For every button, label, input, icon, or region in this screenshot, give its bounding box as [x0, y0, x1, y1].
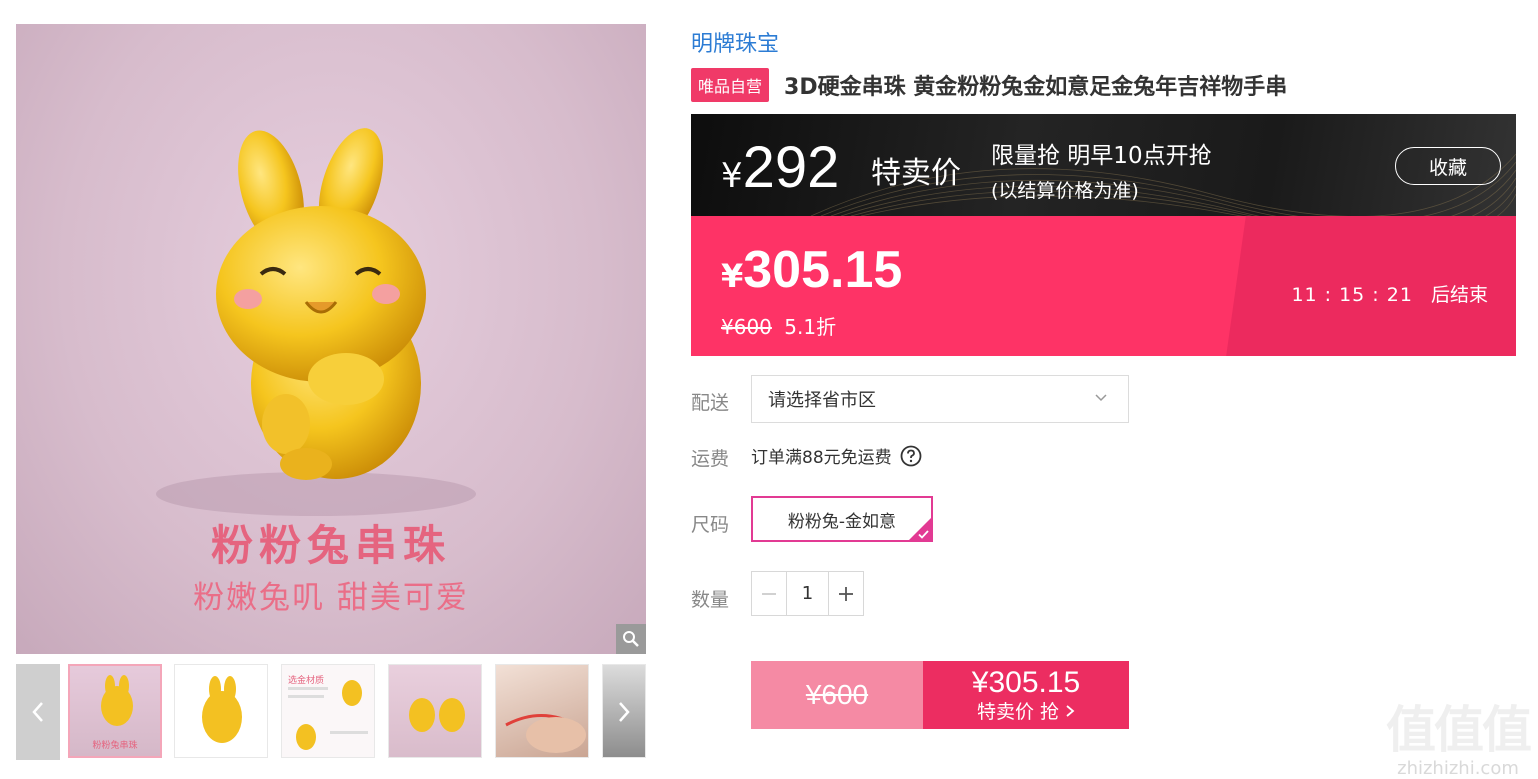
sale-price: ¥ 305.15	[721, 240, 902, 300]
title-row: 唯品自营 3D硬金串珠 黄金粉粉兔金如意足金兔年吉祥物手串	[691, 68, 1287, 102]
presale-info: 限量抢 明早10点开抢 (以结算价格为准)	[991, 136, 1212, 203]
shipping-info: 订单满88元免运费	[751, 443, 922, 468]
rabbit-thumb-graphic	[202, 676, 242, 743]
quantity-decrease-button[interactable]	[752, 572, 786, 615]
presale-info-line1: 限量抢 明早10点开抢	[991, 143, 1212, 169]
chevron-right-icon	[619, 702, 630, 722]
buy-price: ¥305.15	[971, 666, 1081, 699]
presale-price-value: 292	[742, 135, 840, 200]
quantity-label: 数量	[691, 589, 730, 611]
thumbnail-caption: 选金材质	[288, 676, 325, 686]
sale-price-band: ¥ 305.15 ¥600 5.1折 11 : 15 : 21 后结束	[691, 216, 1516, 356]
thumbnail-prev-button[interactable]	[16, 664, 60, 760]
buy-now-button[interactable]: ¥305.15 特卖价 抢	[923, 661, 1129, 729]
thumbnail-caption: 粉粉兔串珠	[92, 741, 138, 751]
chevron-right-icon	[1066, 705, 1075, 717]
quantity-input[interactable]: 1	[786, 572, 829, 615]
thumbnail-3[interactable]: 选金材质	[281, 664, 375, 758]
chevron-down-icon	[1095, 394, 1107, 402]
countdown-time: 11 : 15 : 21	[1291, 284, 1413, 306]
discount-text: 5.1折	[784, 315, 837, 339]
site-watermark: 值值值 zhizhizhi.com	[1386, 690, 1532, 779]
shipping-label: 运费	[691, 448, 730, 470]
buy-action-label: 特卖价 抢	[976, 701, 1059, 723]
watermark-url: zhizhizhi.com	[1397, 758, 1519, 779]
currency-symbol: ¥	[721, 156, 743, 196]
presale-price: ¥ 292	[721, 134, 839, 201]
countdown-timer: 11 : 15 : 21 后结束	[1291, 280, 1488, 307]
product-title: 3D硬金串珠 黄金粉粉兔金如意足金兔年吉祥物手串	[784, 75, 1288, 100]
check-icon	[918, 530, 929, 539]
image-caption-subtitle: 粉嫩兔叽 甜美可爱	[193, 580, 469, 616]
presale-info-line2: (以结算价格为准)	[991, 180, 1139, 202]
bracelet-thumb-graphic	[505, 714, 586, 753]
buy-original-price[interactable]: ¥600	[751, 661, 923, 729]
thumbnail-2[interactable]	[174, 664, 268, 758]
watermark-logo: 值值值	[1386, 701, 1532, 759]
zoom-icon[interactable]	[616, 624, 646, 654]
thumbnail-strip: 粉粉兔串珠 选金材质	[16, 664, 646, 760]
plus-icon	[839, 586, 853, 601]
favorite-button[interactable]: 收藏	[1395, 147, 1501, 185]
size-option-selected[interactable]: 粉粉兔-金如意	[751, 496, 933, 542]
quantity-stepper: 1	[751, 571, 864, 616]
delivery-label: 配送	[691, 392, 730, 414]
image-caption-title: 粉粉兔串珠	[210, 521, 451, 570]
thumbnail-4[interactable]	[388, 664, 482, 758]
presale-banner: ¥ 292 特卖价 限量抢 明早10点开抢 (以结算价格为准) 收藏	[691, 114, 1516, 216]
brand-link[interactable]: 明牌珠宝	[691, 26, 779, 58]
minus-icon	[762, 592, 776, 595]
thumbnail-1[interactable]: 粉粉兔串珠	[68, 664, 162, 758]
chevron-left-icon	[32, 702, 43, 722]
thumbnail-5[interactable]	[495, 664, 589, 758]
size-option-label: 粉粉兔-金如意	[787, 511, 897, 532]
sale-price-value: 305.15	[743, 241, 903, 299]
buy-button-group: ¥600 ¥305.15 特卖价 抢	[751, 661, 1129, 729]
presale-label: 特卖价	[871, 156, 961, 191]
original-price-row: ¥600 5.1折	[721, 311, 836, 340]
countdown-suffix: 后结束	[1430, 284, 1488, 306]
help-icon[interactable]	[900, 445, 922, 467]
original-price: ¥600	[721, 315, 772, 339]
product-main-image[interactable]: 粉粉兔串珠 粉嫩兔叽 甜美可爱	[16, 24, 646, 654]
buy-action: 特卖价 抢	[977, 700, 1075, 724]
size-label: 尺码	[691, 514, 730, 536]
shipping-text: 订单满88元免运费	[751, 448, 892, 468]
quantity-increase-button[interactable]	[829, 572, 863, 615]
self-operated-badge: 唯品自营	[691, 68, 770, 102]
region-select-placeholder: 请选择省市区	[768, 390, 876, 411]
thumbnail-next-button[interactable]	[602, 664, 646, 760]
rabbit-thumb-graphic	[409, 698, 465, 732]
currency-symbol: ¥	[721, 257, 744, 295]
region-select[interactable]: 请选择省市区	[751, 375, 1129, 423]
